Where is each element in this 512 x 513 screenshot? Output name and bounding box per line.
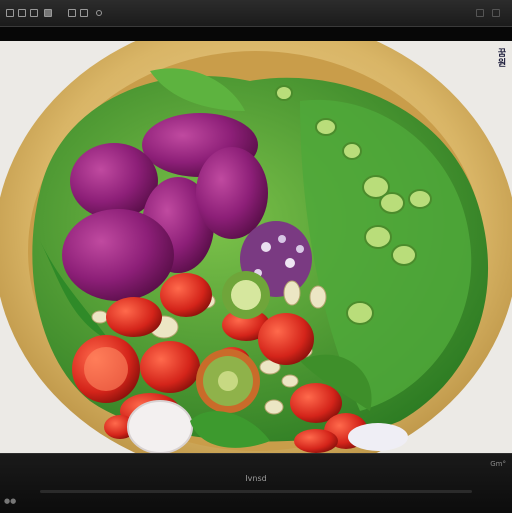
zoom-tool-icon[interactable] (44, 9, 52, 17)
crop-tool-icon[interactable] (30, 9, 38, 17)
grid-icon[interactable] (476, 9, 484, 17)
image-icon[interactable] (96, 10, 102, 16)
radish-slice (127, 400, 193, 453)
document-tab-strip (0, 27, 512, 41)
bottom-status-panel: Gm° Ivnsd ●● (0, 453, 512, 513)
settings-icon[interactable] (492, 9, 500, 17)
canvas-viewport[interactable]: 꿈 원 (0, 41, 512, 453)
select-tool-icon[interactable] (18, 9, 26, 17)
zoom-indicator: Gm° (490, 460, 506, 468)
status-label: Ivnsd (245, 474, 267, 483)
layers-icon[interactable] (80, 9, 88, 17)
salad-bowl-artwork (0, 41, 512, 453)
radish-slice-2 (348, 423, 408, 451)
move-tool-icon[interactable] (6, 9, 14, 17)
hand-tool-icon[interactable] (68, 9, 76, 17)
horizontal-scrollbar[interactable] (40, 490, 472, 493)
status-dots: ●● (4, 497, 17, 505)
side-watermark-glyph: 꿈 원 (497, 49, 507, 69)
top-toolbar (0, 0, 512, 27)
